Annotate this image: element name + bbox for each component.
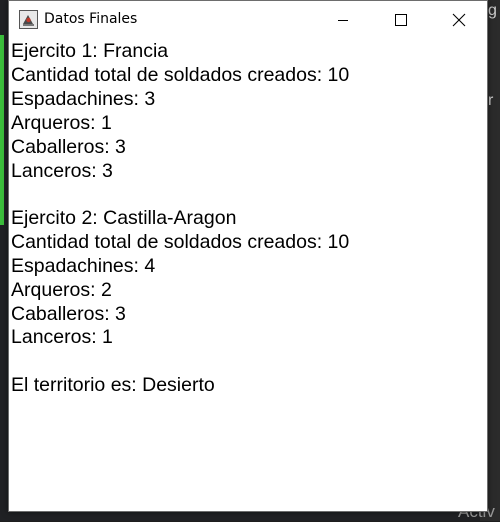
window-title: Datos Finales <box>44 11 138 27</box>
army1-heading: Ejercito 1: Francia <box>11 40 169 62</box>
title-bar[interactable]: Datos Finales <box>9 1 487 39</box>
army2-archers: Arqueros: 2 <box>11 279 112 301</box>
army1-archers: Arqueros: 1 <box>11 112 112 134</box>
java-app-icon <box>19 10 38 29</box>
report-text-area: Ejercito 1: Francia Cantidad total de so… <box>11 39 485 509</box>
close-button[interactable] <box>436 1 482 39</box>
army1-total: Cantidad total de soldados creados: 10 <box>11 64 350 86</box>
army2-swordsmen: Espadachines: 4 <box>11 255 156 277</box>
army2-knights: Caballeros: 3 <box>11 303 126 325</box>
army2-heading: Ejercito 2: Castilla-Aragon <box>11 207 237 229</box>
maximize-icon <box>395 14 407 26</box>
army1-swordsmen: Espadachines: 3 <box>11 88 156 110</box>
close-icon <box>452 13 466 27</box>
background-text-fragment: r <box>488 92 494 109</box>
army2-lancers: Lanceros: 1 <box>11 326 113 348</box>
army1-lancers: Lanceros: 3 <box>11 160 113 182</box>
territory-line: El territorio es: Desierto <box>11 374 215 396</box>
minimize-icon <box>338 20 348 21</box>
army2-total: Cantidad total de soldados creados: 10 <box>11 231 350 253</box>
background-text-fragment: g <box>488 2 497 19</box>
minimize-button[interactable] <box>320 1 366 39</box>
maximize-button[interactable] <box>378 1 424 39</box>
dialog-window: Datos Finales Ejercito 1: Francia Cantid… <box>8 0 488 512</box>
army1-knights: Caballeros: 3 <box>11 136 126 158</box>
background-window-edge <box>0 35 4 225</box>
